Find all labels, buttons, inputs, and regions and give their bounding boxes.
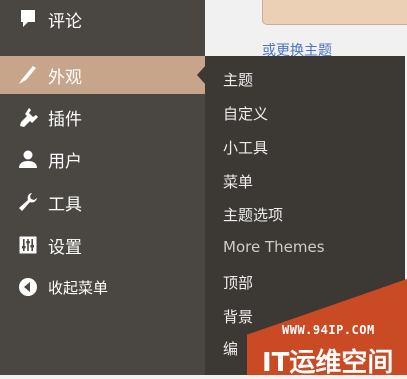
user-icon xyxy=(17,148,39,170)
collapse-menu-button[interactable]: 收起菜单 xyxy=(0,268,205,306)
sidebar-item-label: 设置 xyxy=(48,237,82,258)
watermark-url: WWW.94IP.COM xyxy=(282,323,375,337)
sidebar-item-settings[interactable]: 设置 xyxy=(0,226,205,264)
sidebar-item-label: 外观 xyxy=(48,67,82,88)
comment-icon xyxy=(17,8,39,30)
collapse-menu-label: 收起菜单 xyxy=(48,278,109,297)
submenu-item-theme-options[interactable]: 主题选项 xyxy=(223,204,283,225)
sidebar-item-plugins[interactable]: 插件 xyxy=(0,98,205,136)
sidebar-item-label: 用户 xyxy=(48,151,82,172)
sidebar-item-label: 插件 xyxy=(48,109,82,130)
submenu-item-header[interactable]: 顶部 xyxy=(223,272,253,293)
settings-sliders-icon xyxy=(17,234,39,256)
submenu-item-menus[interactable]: 菜单 xyxy=(223,171,253,192)
sidebar-item-tools[interactable]: 工具 xyxy=(0,183,205,221)
watermark-brand: IT运维空间 xyxy=(262,348,394,378)
sidebar-item-appearance[interactable]: 外观 xyxy=(0,56,206,94)
admin-sidebar: 评论 外观 插件 用户 工具 设置 收起菜单 xyxy=(0,0,206,375)
paintbrush-icon xyxy=(17,64,39,86)
sidebar-item-label: 工具 xyxy=(48,194,82,215)
sidebar-item-comments[interactable]: 评论 xyxy=(0,0,205,38)
sidebar-item-label: 评论 xyxy=(48,11,82,32)
plugin-icon xyxy=(17,106,39,128)
submenu-item-background[interactable]: 背景 xyxy=(223,306,253,327)
wrench-icon xyxy=(17,191,39,213)
submenu-item-widgets[interactable]: 小工具 xyxy=(223,137,268,158)
content-card xyxy=(262,0,407,25)
submenu-item-editor[interactable]: 编 xyxy=(223,338,238,359)
collapse-arrow-icon xyxy=(17,276,39,298)
submenu-item-customize[interactable]: 自定义 xyxy=(223,103,268,124)
submenu-item-more-themes[interactable]: More Themes xyxy=(223,238,325,256)
sidebar-item-users[interactable]: 用户 xyxy=(0,140,205,178)
submenu-item-themes[interactable]: 主题 xyxy=(223,69,253,90)
